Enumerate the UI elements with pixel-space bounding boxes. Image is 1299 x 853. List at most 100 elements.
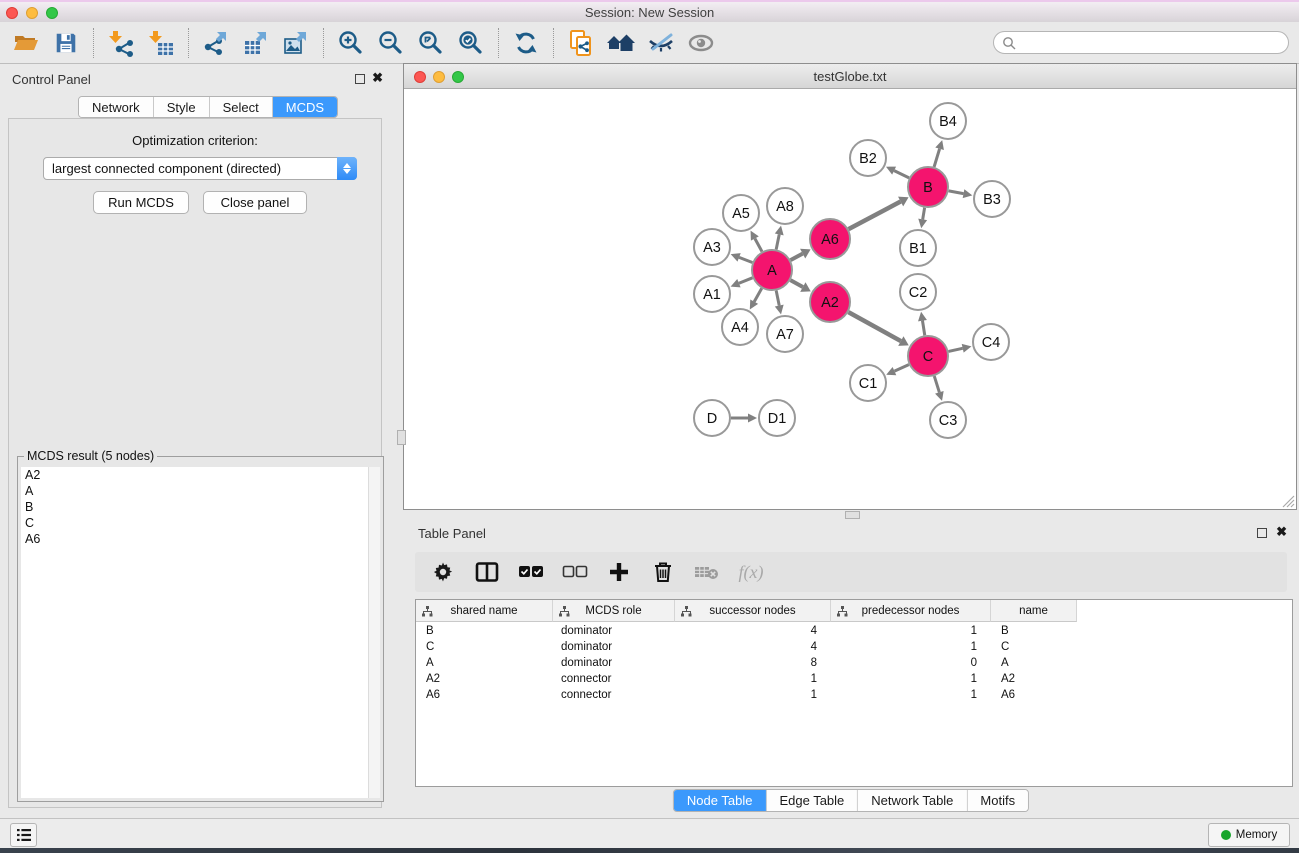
- table-cell[interactable]: 1: [831, 687, 991, 703]
- graph-node-A8[interactable]: A8: [767, 188, 803, 224]
- column-header-predecessor-nodes[interactable]: predecessor nodes: [831, 600, 991, 622]
- graph-edge-A-A5[interactable]: [755, 238, 762, 251]
- minimize-window-button[interactable]: [26, 7, 38, 19]
- tab-network[interactable]: Network: [79, 97, 154, 117]
- table-row[interactable]: A2connector11A2: [416, 671, 1292, 687]
- table-row[interactable]: Adominator80A: [416, 655, 1292, 671]
- table-cell[interactable]: A2: [416, 671, 553, 687]
- tab-motifs[interactable]: Motifs: [967, 790, 1028, 811]
- column-header-MCDS-role[interactable]: MCDS role: [553, 600, 675, 622]
- table-cell[interactable]: B: [416, 623, 553, 639]
- close-panel-icon[interactable]: ✖: [372, 70, 383, 86]
- zoom-out-button[interactable]: [371, 25, 411, 61]
- close-network-window-button[interactable]: [414, 71, 426, 83]
- tab-mcds[interactable]: MCDS: [273, 97, 337, 117]
- mcds-result-item[interactable]: A6: [21, 531, 380, 547]
- table-cell[interactable]: 8: [675, 655, 831, 671]
- network-from-clipboard-button[interactable]: [561, 25, 601, 61]
- column-header-name[interactable]: name: [991, 600, 1077, 622]
- graph-edge-B-B1[interactable]: [923, 208, 925, 220]
- graph-node-D1[interactable]: D1: [759, 400, 795, 436]
- table-cell[interactable]: 1: [831, 671, 991, 687]
- export-network-button[interactable]: [196, 25, 236, 61]
- table-row[interactable]: Bdominator41B: [416, 623, 1292, 639]
- table-cell[interactable]: C: [991, 639, 1077, 655]
- mcds-result-item[interactable]: A: [21, 483, 380, 499]
- horizontal-splitter-handle[interactable]: [845, 511, 860, 519]
- column-header-successor-nodes[interactable]: successor nodes: [675, 600, 831, 622]
- network-svg[interactable]: B4B2BB3A8A5A6A3B1AC2A1A2A4A7C4CC1DD1C3: [404, 89, 1296, 509]
- graph-node-B1[interactable]: B1: [900, 230, 936, 266]
- table-cell[interactable]: connector: [553, 687, 675, 703]
- graph-node-C2[interactable]: C2: [900, 274, 936, 310]
- refresh-button[interactable]: [506, 25, 546, 61]
- graph-node-D[interactable]: D: [694, 400, 730, 436]
- table-cell[interactable]: 4: [675, 623, 831, 639]
- table-cell[interactable]: A: [416, 655, 553, 671]
- graph-node-A3[interactable]: A3: [694, 229, 730, 265]
- mcds-result-item[interactable]: B: [21, 499, 380, 515]
- graph-node-C1[interactable]: C1: [850, 365, 886, 401]
- export-table-button[interactable]: [236, 25, 276, 61]
- table-cell[interactable]: 0: [831, 655, 991, 671]
- create-column-button[interactable]: [601, 556, 637, 588]
- delete-column-button[interactable]: [645, 556, 681, 588]
- resize-grip-icon[interactable]: [1280, 493, 1295, 508]
- tab-edge-table[interactable]: Edge Table: [766, 790, 858, 811]
- table-cell[interactable]: connector: [553, 671, 675, 687]
- tab-select[interactable]: Select: [210, 97, 273, 117]
- graph-edge-A-A7[interactable]: [776, 291, 779, 306]
- graph-edge-A6-B[interactable]: [849, 202, 901, 230]
- vertical-splitter-handle[interactable]: [397, 430, 406, 445]
- graph-node-A1[interactable]: A1: [694, 276, 730, 312]
- show-column-button[interactable]: [469, 556, 505, 588]
- tab-network-table[interactable]: Network Table: [858, 790, 967, 811]
- table-cell[interactable]: 1: [831, 623, 991, 639]
- graph-edge-C-C1[interactable]: [894, 365, 908, 371]
- apply-function-button[interactable]: f(x): [733, 556, 769, 588]
- table-cell[interactable]: C: [416, 639, 553, 655]
- table-cell[interactable]: dominator: [553, 639, 675, 655]
- float-table-panel-icon[interactable]: [1257, 528, 1267, 538]
- export-image-button[interactable]: [276, 25, 316, 61]
- zoom-window-button[interactable]: [46, 7, 58, 19]
- tab-node-table[interactable]: Node Table: [674, 790, 767, 811]
- graph-node-A6[interactable]: A6: [810, 219, 850, 259]
- graph-edge-B-B3[interactable]: [949, 191, 964, 194]
- graph-node-B[interactable]: B: [908, 167, 948, 207]
- graph-edge-C-C4[interactable]: [948, 348, 962, 351]
- deselect-all-button[interactable]: [557, 556, 593, 588]
- graph-node-B2[interactable]: B2: [850, 140, 886, 176]
- table-cell[interactable]: A: [991, 655, 1077, 671]
- graph-node-C4[interactable]: C4: [973, 324, 1009, 360]
- save-session-button[interactable]: [46, 25, 86, 61]
- float-panel-icon[interactable]: [355, 74, 365, 84]
- open-file-button[interactable]: [6, 25, 46, 61]
- table-row[interactable]: A6connector11A6: [416, 687, 1292, 703]
- first-neighbors-button[interactable]: [601, 25, 641, 61]
- tab-style[interactable]: Style: [154, 97, 210, 117]
- graph-node-B4[interactable]: B4: [930, 103, 966, 139]
- table-cell[interactable]: 1: [675, 687, 831, 703]
- graph-node-C3[interactable]: C3: [930, 402, 966, 438]
- network-canvas[interactable]: B4B2BB3A8A5A6A3B1AC2A1A2A4A7C4CC1DD1C3: [404, 89, 1296, 509]
- close-table-panel-icon[interactable]: ✖: [1276, 524, 1287, 540]
- zoom-in-button[interactable]: [331, 25, 371, 61]
- graph-node-A4[interactable]: A4: [722, 309, 758, 345]
- graph-node-A2[interactable]: A2: [810, 282, 850, 322]
- table-row[interactable]: Cdominator41C: [416, 639, 1292, 655]
- close-window-button[interactable]: [6, 7, 18, 19]
- graph-edge-A-A1[interactable]: [739, 278, 753, 283]
- zoom-selected-button[interactable]: [451, 25, 491, 61]
- zoom-fit-button[interactable]: [411, 25, 451, 61]
- graph-edge-C-C3[interactable]: [934, 376, 939, 392]
- table-cell[interactable]: dominator: [553, 655, 675, 671]
- search-box[interactable]: [993, 31, 1289, 54]
- task-history-button[interactable]: [10, 823, 37, 847]
- table-cell[interactable]: A6: [416, 687, 553, 703]
- graph-edge-A-A2[interactable]: [790, 280, 802, 287]
- mcds-result-item[interactable]: A2: [21, 467, 380, 483]
- graph-edge-A-A3[interactable]: [739, 257, 752, 262]
- hide-selected-button[interactable]: [641, 25, 681, 61]
- graph-node-C[interactable]: C: [908, 336, 948, 376]
